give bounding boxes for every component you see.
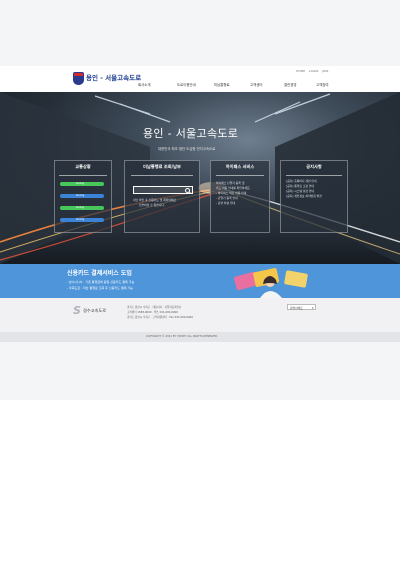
gnb-road-guide[interactable]: 도로이용안내 (177, 82, 196, 87)
traffic-label: Going (76, 204, 85, 209)
divider (215, 175, 265, 176)
footer-logo-text: 경수고속도로 (83, 308, 107, 313)
traffic-row[interactable]: Going (60, 192, 104, 200)
traffic-row[interactable]: Going (60, 180, 104, 188)
unpaid-toll-panel: 미납통행료 조회/납부 미납 확인 후 신용카드 및 계좌이체로 납부하실 수 … (124, 160, 200, 233)
service-line[interactable]: - 단말기 등록 안내 (216, 196, 238, 200)
util-link-home[interactable]: HOME (296, 69, 305, 73)
service-line[interactable]: - 감면 차량 안내 (216, 201, 235, 205)
gnb-open-management[interactable]: 열린경영 (284, 82, 296, 87)
footer-info-3: 경기도 용인시 수지구 · 고객지원센터 · Fax 031-000-0000 (127, 316, 193, 319)
gnb-customer-center[interactable]: 고객센터 (250, 82, 262, 87)
hero-subtitle: 대한민국 최초 첨단 도심형 민자고속도로 (158, 147, 216, 151)
hipass-service-panel: 하이패스 서비스 하이패스 단말기 등록 및 카드 이용 안내를 확인하세요. … (210, 160, 270, 233)
notice-item[interactable]: [공지] 개인정보 처리방침 변경 (286, 194, 322, 198)
footer-info-2: 고객센터 1588-0000 · 팩스 031-000-0000 (127, 311, 178, 314)
divider (59, 175, 107, 176)
banner-line-1: - 본사(사)서 : 기존 통행료와 동일 신용카드 결제 가능 (67, 280, 135, 284)
util-link-login[interactable]: LOGIN (309, 69, 318, 73)
divider (286, 175, 342, 176)
page: 용인 - 서울고속도로 HOME LOGIN JOIN 회사소개 도로이용안내 … (0, 0, 400, 561)
vehicle-search-input[interactable] (133, 186, 193, 194)
traffic-row[interactable]: Going (60, 216, 104, 224)
panel-title-unpaid: 미납통행료 조회/납부 (143, 164, 181, 169)
footer-logo-mark: S (73, 304, 81, 317)
banner-line-2: - 우회도로 : 미납 통행료 조회 후 신용카드 결제 가능 (67, 286, 133, 290)
notice-item[interactable]: [공지] 홈페이지 개편 안내 (286, 179, 317, 183)
divider (130, 175, 194, 176)
unpaid-desc-1: 미납 확인 후 신용카드 및 계좌이체로 (133, 198, 177, 202)
highway-shield-icon (73, 72, 84, 85)
util-link-join[interactable]: JOIN (322, 69, 328, 73)
notice-item[interactable]: [공지] 시스템 점검 안내 (286, 189, 314, 193)
search-icon[interactable] (185, 187, 190, 193)
notice-panel: 공지사항 [공지] 홈페이지 개편 안내 [공지] 통행료 조정 안내 [공지]… (280, 160, 348, 233)
traffic-label: Going (76, 216, 85, 221)
traffic-status-panel: 교통상황 Going Going Going Going (54, 160, 112, 233)
panel-title-traffic: 교통상황 (75, 164, 91, 169)
footer-info-1: 경기도 용인시 수지구 · 대표이사 · 사업자등록번호 (127, 306, 182, 309)
notice-item[interactable]: [공지] 통행료 조정 안내 (286, 184, 314, 188)
panel-title-service: 하이패스 서비스 (225, 164, 255, 169)
hero-title: 용인 - 서울고속도로 (143, 127, 239, 140)
copyright-bar: COPYRIGHT © 2021 BY YSEXPY ALL RIGHTS RE… (0, 332, 400, 342)
traffic-label: Going (76, 180, 85, 185)
service-line[interactable]: - 하이패스 차로 이용 안내 (216, 191, 246, 195)
logo-text: 용인 - 서울고속도로 (86, 74, 142, 82)
site-header (0, 66, 400, 92)
banner-title: 신용카드 결제서비스 도입 (67, 270, 132, 277)
panel-title-notice: 공지사항 (306, 164, 322, 169)
family-site-select[interactable]: 관련사이트 (287, 304, 316, 311)
traffic-row[interactable]: Going (60, 204, 104, 212)
site-footer (0, 298, 400, 332)
gnb-unpaid-toll[interactable]: 미납통행료 (214, 82, 230, 87)
gnb-company[interactable]: 회사소개 (138, 82, 150, 87)
gnb-customer-participation[interactable]: 고객참여 (316, 82, 328, 87)
site-logo[interactable]: 용인 - 서울고속도로 (73, 72, 141, 86)
unpaid-desc-2: 납부하실 수 있습니다. (139, 203, 165, 207)
service-line: 카드 이용 안내를 확인하세요. (216, 186, 251, 190)
traffic-label: Going (76, 192, 85, 197)
promo-banner[interactable] (0, 264, 400, 561)
banner-illustration (234, 268, 308, 298)
copyright-text: COPYRIGHT © 2021 BY YSEXPY ALL RIGHTS RE… (146, 335, 219, 338)
service-line: 하이패스 단말기 등록 및 (216, 181, 245, 185)
